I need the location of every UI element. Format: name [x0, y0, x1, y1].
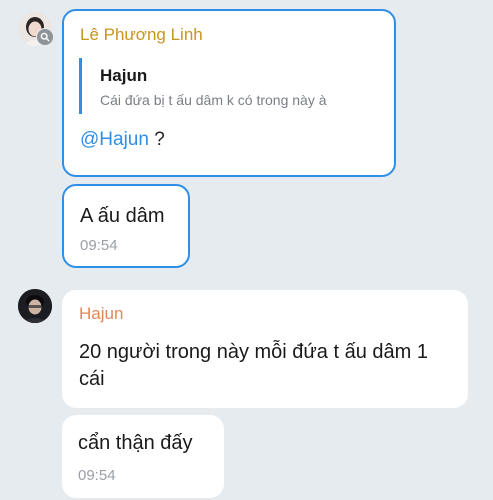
message-text-suffix: ? [148, 129, 165, 150]
search-icon[interactable] [36, 28, 54, 46]
message-text: 20 người trong này mỗi đứa t ấu dâm 1 cá… [79, 341, 428, 390]
avatar-image [18, 289, 52, 323]
message-text: @Hajun ? [80, 129, 165, 151]
message-bubble-reply[interactable]: Lê Phương Linh Hajun Cái đứa bị t ấu dâm… [62, 9, 396, 177]
message-bubble[interactable]: A ấu dâm 09:54 [62, 184, 190, 268]
mention-link[interactable]: @Hajun [80, 129, 149, 150]
message-text: cẩn thận đấy [78, 432, 193, 454]
reply-quote[interactable]: Hajun Cái đứa bị t ấu dâm k có trong này… [79, 58, 373, 114]
sender-name[interactable]: Hajun [79, 304, 123, 324]
message-timestamp: 09:54 [78, 467, 116, 484]
sender-name[interactable]: Lê Phương Linh [80, 25, 203, 45]
message-bubble[interactable]: cẩn thận đấy 09:54 [62, 415, 224, 498]
avatar-hajun[interactable] [18, 289, 52, 323]
message-timestamp: 09:54 [80, 237, 118, 254]
reply-sender-name: Hajun [100, 66, 148, 85]
reply-text: Cái đứa bị t ấu dâm k có trong này à [100, 92, 327, 108]
message-bubble[interactable]: Hajun 20 người trong này mỗi đứa t ấu dâ… [62, 290, 468, 408]
message-text: A ấu dâm [80, 205, 165, 227]
